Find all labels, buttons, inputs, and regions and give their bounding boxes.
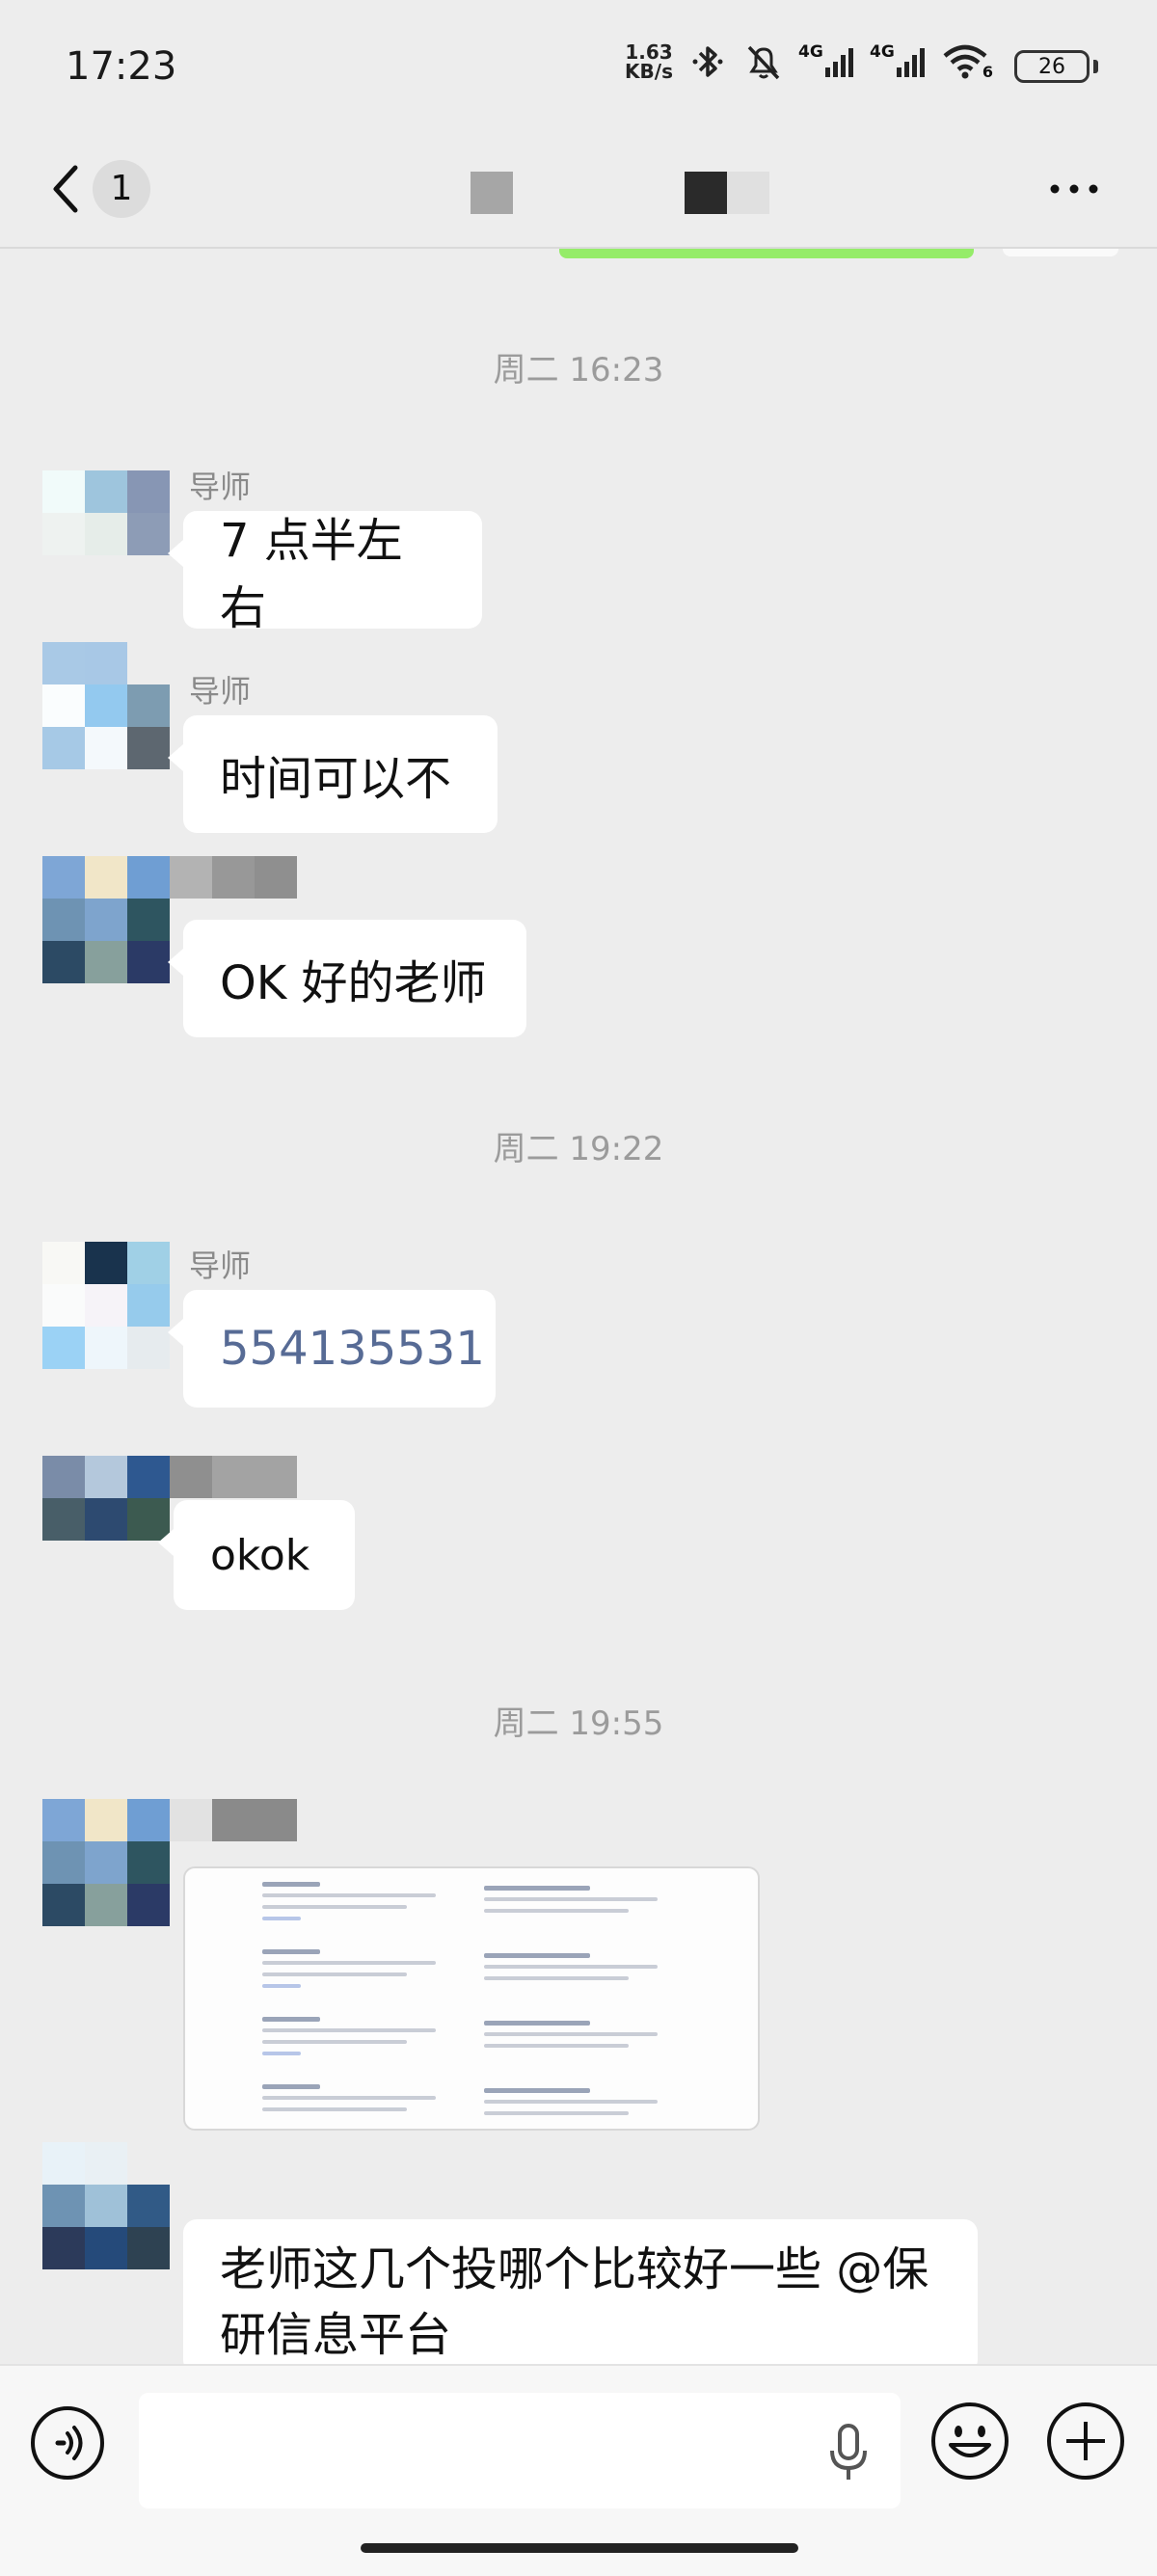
message-bubble[interactable]: 老师这几个投哪个比较好一些 @保研信息平台	[183, 2219, 978, 2374]
avatar[interactable]	[42, 1799, 170, 1926]
message-bubble[interactable]: 7 点半左右	[168, 511, 482, 635]
avatar[interactable]	[42, 1242, 170, 1369]
more-dots-icon[interactable]	[1045, 170, 1103, 208]
signal-2: 4G	[870, 42, 928, 81]
phone-number-link[interactable]: 554135531	[220, 1322, 485, 1376]
message-bubble[interactable]: 时间可以不	[168, 715, 498, 833]
signal-bars-icon	[897, 48, 925, 77]
wifi: 6	[941, 42, 993, 81]
timestamp: 周二 19:22	[493, 1130, 664, 1168]
chat-title-redacted	[471, 172, 513, 214]
avatar[interactable]	[42, 1456, 170, 1583]
status-bar: 17:23 1.63 KB/s 4G 4G 6 26	[0, 0, 1157, 135]
chat-title-redacted-3	[727, 172, 769, 214]
avatar[interactable]	[42, 2142, 170, 2269]
sender-name: 导师	[189, 469, 252, 505]
sender-name-redacted	[170, 1799, 297, 1841]
battery-level: 26	[1014, 50, 1090, 83]
previous-sent-bubble[interactable]	[559, 249, 974, 258]
signal-1: 4G	[798, 42, 856, 81]
plus-icon[interactable]	[1045, 2401, 1126, 2482]
status-time: 17:23	[66, 44, 177, 89]
unread-count-badge[interactable]: 1	[93, 160, 150, 218]
message-bubble[interactable]: 554135531	[168, 1290, 496, 1408]
battery-indicator: 26	[1014, 50, 1098, 83]
network-speed: 1.63 KB/s	[625, 40, 673, 83]
bluetooth-icon	[692, 46, 723, 77]
avatar[interactable]	[42, 470, 170, 598]
timestamp: 周二 19:55	[493, 1704, 664, 1743]
avatar[interactable]	[42, 642, 170, 769]
message-bubble[interactable]: OK 好的老师	[168, 920, 526, 1037]
status-icons: 1.63 KB/s 4G 4G 6	[625, 42, 993, 81]
sender-name: 导师	[189, 1248, 252, 1284]
timestamp: 周二 16:23	[493, 351, 664, 389]
avatar[interactable]	[42, 856, 170, 983]
sender-name-redacted	[170, 1456, 297, 1498]
previous-received-bubble[interactable]	[1003, 249, 1118, 256]
emoji-icon[interactable]	[929, 2401, 1010, 2482]
chevron-left-icon[interactable]	[42, 150, 100, 228]
signal-bars-icon	[825, 48, 853, 77]
message-input[interactable]	[139, 2393, 901, 2509]
sender-name-redacted	[170, 856, 297, 899]
sender-name: 导师	[189, 673, 252, 710]
microphone-icon[interactable]	[825, 2422, 872, 2483]
voice-icon[interactable]	[29, 2404, 106, 2482]
chat-title-redacted-2	[685, 172, 727, 214]
chat-header: 1	[0, 135, 1157, 251]
message-bubble[interactable]: okok	[158, 1500, 355, 1610]
battery-tip	[1093, 60, 1098, 73]
image-message-thumbnail[interactable]	[183, 1866, 760, 2131]
home-indicator[interactable]	[361, 2543, 798, 2553]
mute-bell-icon	[747, 45, 780, 80]
